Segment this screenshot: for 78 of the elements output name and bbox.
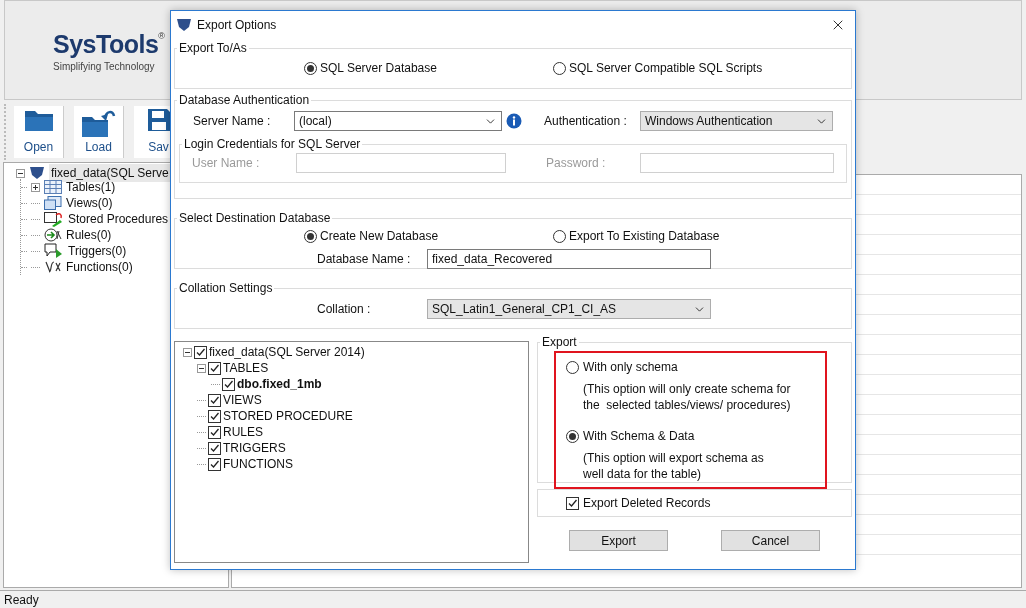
checkbox[interactable] (208, 457, 221, 471)
radio-button[interactable] (553, 61, 566, 75)
tree-node[interactable]: fixed_data(SQL Serve (49, 164, 171, 182)
tree-node[interactable]: TABLES (223, 359, 269, 377)
radio-label: Create New Database (320, 228, 439, 245)
checkbox[interactable] (208, 425, 221, 439)
group-title: Select Destination Database (178, 210, 332, 227)
radio-button[interactable] (553, 229, 566, 243)
tree-node[interactable]: Views(0) (66, 194, 113, 212)
radio-label: Export To Existing Database (569, 228, 720, 245)
radio-button[interactable] (304, 61, 317, 75)
checkbox[interactable] (208, 441, 221, 455)
radio-label: With Schema & Data (583, 428, 695, 445)
group-title: Collation Settings (178, 280, 274, 297)
checkbox[interactable] (194, 345, 207, 359)
dialog-button[interactable]: Cancel (721, 530, 820, 551)
radio-label: SQL Server Database (320, 60, 437, 77)
shield-icon (29, 166, 45, 180)
collapse-icon[interactable] (183, 347, 192, 357)
arrow-circle-icon (44, 228, 62, 242)
option-description: (This option will only create schema for the selected tables/views/ procedures) (583, 381, 792, 413)
radio-label: SQL Server Compatible SQL Scripts (569, 60, 763, 77)
brand-logo: SysTools (53, 32, 159, 57)
field-label: Collation : (317, 301, 372, 318)
info-icon (506, 113, 522, 129)
tree-node[interactable]: VIEWS (223, 391, 262, 409)
expand-icon[interactable] (31, 182, 40, 192)
tree-node[interactable]: fixed_data(SQL Server 2014) (209, 343, 365, 361)
tree-node[interactable]: FUNCTIONS (223, 455, 293, 473)
tree-node[interactable]: STORED PROCEDURE (223, 407, 353, 425)
tree-node[interactable]: Functions(0) (66, 258, 133, 276)
radio-button[interactable] (566, 429, 579, 443)
checkbox[interactable] (208, 393, 221, 407)
group-title: Export (541, 334, 578, 351)
dialog-title: Export Options (197, 17, 278, 34)
toolbar-button[interactable]: Load (74, 106, 124, 158)
table-grid-icon (44, 180, 62, 194)
field-label: Password : (546, 155, 607, 172)
folder-arrow-icon (80, 108, 117, 138)
field-label: User Name : (191, 155, 261, 172)
radio-button[interactable] (304, 229, 317, 243)
folder-icon (23, 108, 54, 132)
server-name-dropdown[interactable]: (local) (294, 111, 502, 131)
group-title: Login Credentials for SQL Server (183, 136, 362, 153)
field-label: Server Name : (192, 113, 272, 130)
tree-node[interactable]: TRIGGERS (223, 439, 286, 457)
tree-node[interactable]: RULES (223, 423, 263, 441)
collapse-icon[interactable] (16, 168, 25, 178)
speech-bubble-icon (44, 243, 64, 259)
checkbox[interactable] (208, 361, 221, 375)
radio-button[interactable] (566, 360, 579, 374)
tree-node[interactable]: Triggers(0) (68, 242, 127, 260)
dialog-button[interactable]: Export (569, 530, 668, 551)
toolbar-button[interactable]: Open (14, 106, 64, 158)
group-title: Database Authentication (178, 92, 311, 109)
tree-node[interactable]: Stored Procedures (68, 210, 169, 228)
document-arrow-icon (44, 211, 64, 227)
tree-node[interactable]: dbo.fixed_1mb (237, 375, 322, 393)
registered-mark: ® (158, 32, 165, 41)
checkbox[interactable] (566, 496, 579, 510)
authentication-dropdown[interactable]: Windows Authentication (640, 111, 833, 131)
collation-dropdown[interactable]: SQL_Latin1_General_CP1_CI_AS (427, 299, 711, 319)
checkbox[interactable] (208, 409, 221, 423)
tree-node[interactable]: Rules(0) (66, 226, 112, 244)
option-description: (This option will export schema as well data for the table) (583, 450, 765, 482)
window-icon (44, 196, 62, 210)
database-name-field[interactable]: fixed_data_Recovered (427, 249, 711, 269)
radio-label: With only schema (583, 359, 678, 376)
checkbox-label: Export Deleted Records (583, 495, 711, 512)
brand-tagline: Simplifying Technology (53, 60, 155, 74)
field-label: Authentication : (544, 113, 628, 130)
function-symbol-icon (44, 260, 62, 274)
group-title: Export To/As (178, 40, 248, 57)
status-bar: Ready (0, 590, 1026, 608)
field-label: Database Name : (317, 251, 412, 268)
checkbox[interactable] (222, 377, 235, 391)
collapse-icon[interactable] (197, 363, 206, 373)
shield-icon (176, 18, 192, 32)
